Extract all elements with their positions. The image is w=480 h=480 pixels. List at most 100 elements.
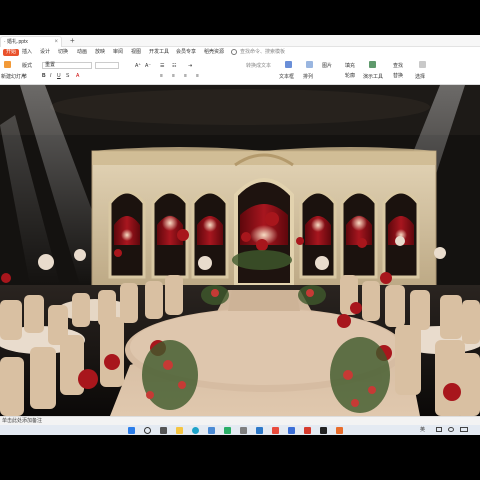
rose: [104, 354, 120, 370]
close-icon[interactable]: ×: [54, 37, 58, 47]
volume-icon[interactable]: [448, 427, 454, 432]
folder-icon[interactable]: [176, 427, 183, 434]
battery-icon[interactable]: [460, 427, 468, 432]
menu-item-member[interactable]: 会员专享: [176, 49, 196, 56]
numbering-icon[interactable]: ☷: [172, 63, 176, 70]
presenter-tools-button[interactable]: 演示工具: [363, 74, 383, 81]
menu-item-animation[interactable]: 动画: [77, 49, 87, 56]
white-flower: [74, 249, 86, 261]
chair: [362, 281, 380, 321]
convert-text-button[interactable]: 转换成文本: [246, 63, 271, 70]
strikethrough-button[interactable]: S: [66, 73, 69, 80]
font-select[interactable]: 重置: [42, 62, 92, 69]
align-left-icon[interactable]: ≡: [160, 73, 163, 80]
section-button[interactable]: 节: [22, 74, 27, 81]
foliage: [330, 337, 390, 413]
decrease-font-icon[interactable]: A⁻: [145, 63, 151, 70]
rose: [78, 369, 98, 389]
foliage: [142, 340, 198, 410]
rose: [256, 239, 268, 251]
bullets-icon[interactable]: ☰: [160, 63, 164, 70]
chair: [0, 300, 22, 340]
chair: [72, 293, 90, 327]
rose: [337, 314, 351, 328]
textbox-button[interactable]: 文本框: [279, 74, 294, 81]
replace-button[interactable]: 替换: [393, 73, 403, 80]
notes-icon[interactable]: [336, 427, 343, 434]
chandelier: [311, 218, 325, 232]
rose: [1, 273, 11, 283]
windows-icon[interactable]: [128, 427, 135, 434]
menu-item-start[interactable]: 开始: [3, 49, 20, 56]
font-color-button[interactable]: A: [76, 73, 79, 80]
bottom-bezel: [0, 435, 480, 480]
presenter-tools-icon[interactable]: [369, 61, 376, 68]
rose: [443, 383, 461, 401]
fill-button[interactable]: 填充: [345, 63, 355, 70]
edge-icon[interactable]: [192, 427, 199, 434]
select-icon[interactable]: [419, 61, 426, 68]
chair: [410, 290, 430, 330]
new-slide-icon[interactable]: [4, 61, 11, 68]
rose: [296, 237, 304, 245]
chair: [395, 325, 421, 395]
document-tab-label: · 婚礼.pptx: [4, 39, 28, 45]
terminal-icon[interactable]: [320, 427, 327, 434]
ime-indicator[interactable]: 英: [420, 427, 425, 433]
rose: [114, 249, 122, 257]
menu-item-docer[interactable]: 稻壳资源: [204, 49, 224, 56]
wps-icon[interactable]: [256, 427, 263, 434]
font-select-value: 重置: [45, 62, 56, 68]
bold-button[interactable]: B: [42, 73, 46, 80]
wechat-icon[interactable]: [224, 427, 231, 434]
find-button[interactable]: 查找: [393, 63, 403, 70]
menu-item-design[interactable]: 设计: [40, 49, 50, 56]
textbox-icon[interactable]: [285, 61, 292, 68]
notes-hint[interactable]: 单击此处添加备注: [2, 418, 42, 425]
menu-item-insert[interactable]: 插入: [22, 49, 32, 56]
menu-item-transition[interactable]: 切换: [58, 49, 68, 56]
task-view-icon[interactable]: [160, 427, 167, 434]
slide-canvas[interactable]: [0, 85, 480, 416]
document-tab[interactable]: · 婚礼.pptx ×: [0, 36, 62, 47]
italic-button[interactable]: I: [50, 73, 51, 80]
align-right-icon[interactable]: ≡: [184, 73, 187, 80]
white-flower: [198, 256, 212, 270]
chair: [30, 347, 56, 409]
menu-item-developer[interactable]: 开发工具: [149, 49, 169, 56]
menu-item-slideshow[interactable]: 放映: [95, 49, 105, 56]
app-window: · 婚礼.pptx × + 开始 插入 设计 切换 动画 放映 审阅 视图 开发工…: [0, 35, 480, 425]
office-icon[interactable]: [304, 427, 311, 434]
menu-item-review[interactable]: 审阅: [113, 49, 123, 56]
menu-item-view[interactable]: 视图: [131, 49, 141, 56]
rose: [265, 212, 279, 226]
chair: [455, 353, 480, 416]
rose: [241, 232, 251, 242]
new-tab-button[interactable]: +: [70, 35, 75, 47]
mail-icon[interactable]: [288, 427, 295, 434]
increase-font-icon[interactable]: A⁺: [135, 63, 141, 70]
chair: [385, 285, 405, 327]
font-size-select[interactable]: [95, 62, 119, 69]
command-search[interactable]: 查找命令、搜索模板: [240, 49, 285, 56]
store-icon[interactable]: [208, 427, 215, 434]
layout-button[interactable]: 版式: [22, 63, 32, 70]
search-icon[interactable]: [144, 427, 151, 434]
title-bar: · 婚礼.pptx × +: [0, 35, 480, 47]
pdf-icon[interactable]: [272, 427, 279, 434]
outline-button[interactable]: 轮廓: [345, 73, 355, 80]
arrange-button[interactable]: 排列: [303, 74, 313, 81]
network-icon[interactable]: [436, 427, 442, 432]
settings-icon[interactable]: [240, 427, 247, 434]
align-center-icon[interactable]: ≡: [172, 73, 175, 80]
chandelier: [203, 218, 217, 232]
search-icon[interactable]: [231, 49, 237, 55]
arrange-icon[interactable]: [306, 61, 313, 68]
picture-button[interactable]: 图片: [322, 63, 332, 70]
select-button[interactable]: 选择: [415, 74, 425, 81]
white-flower: [395, 236, 405, 246]
rose: [350, 302, 362, 314]
underline-button[interactable]: U: [57, 73, 61, 80]
indent-icon[interactable]: ⇥: [188, 63, 192, 70]
justify-icon[interactable]: ≡: [196, 73, 199, 80]
